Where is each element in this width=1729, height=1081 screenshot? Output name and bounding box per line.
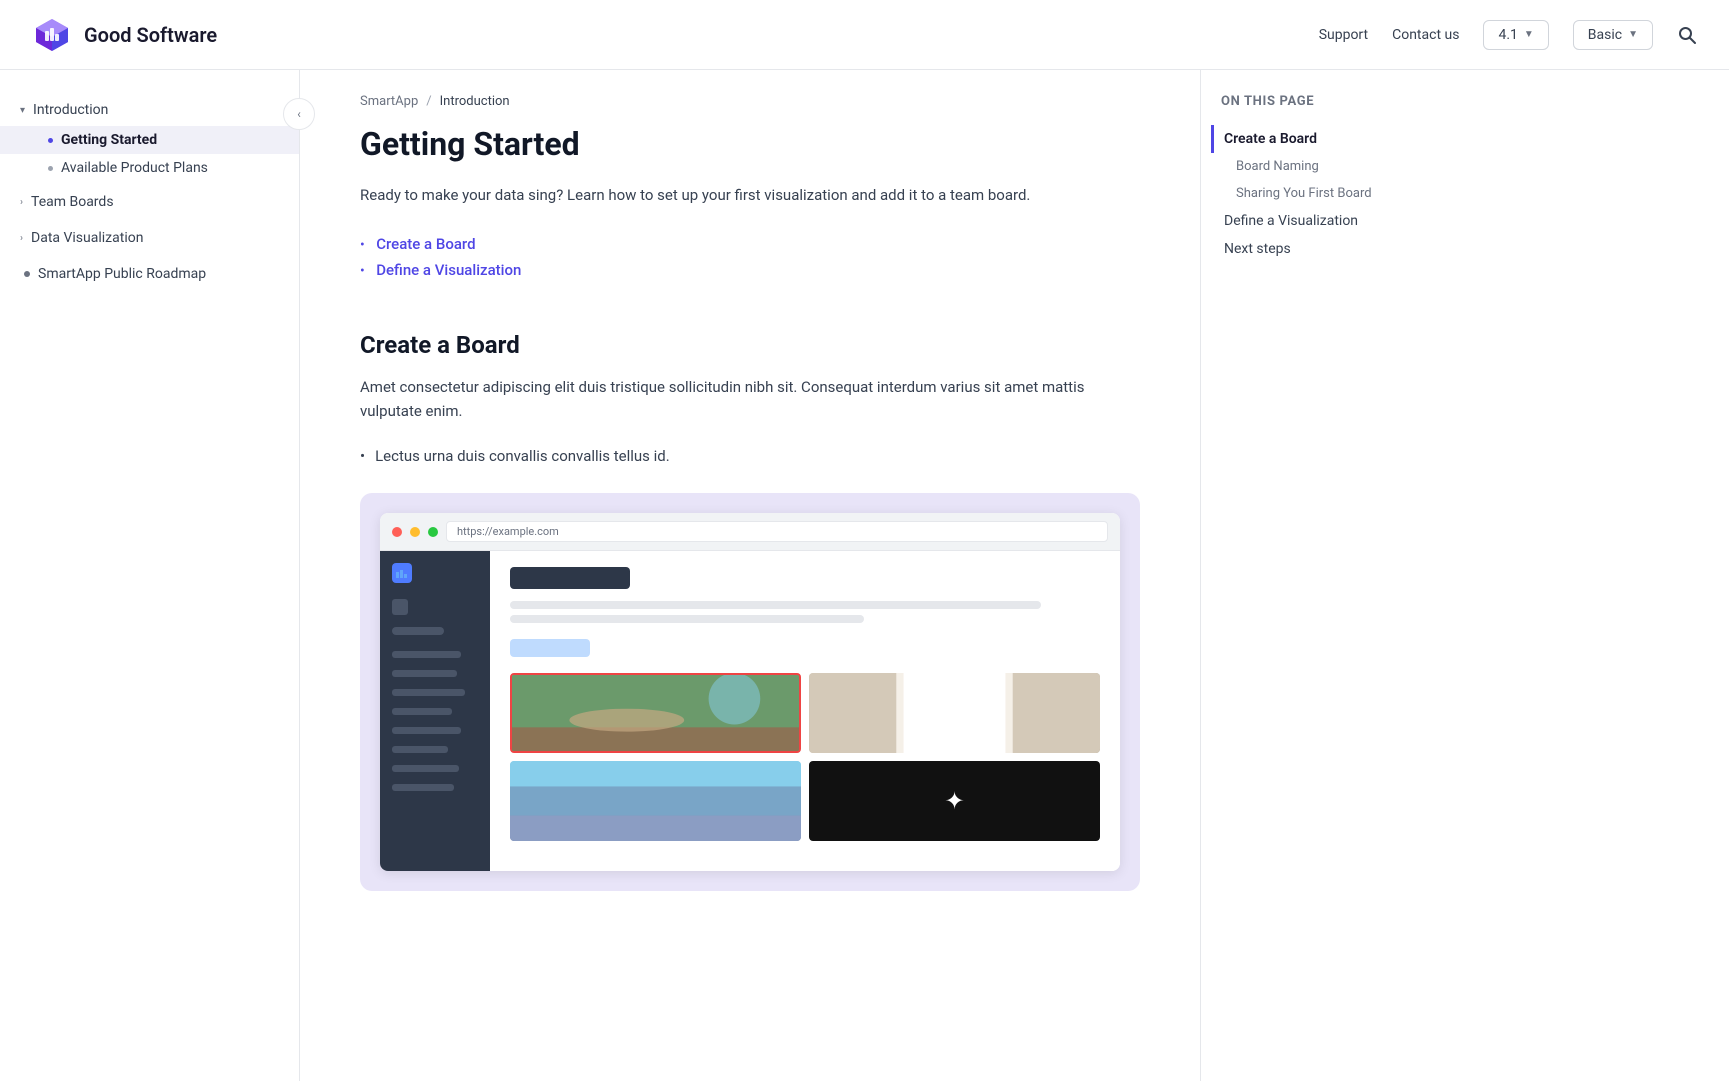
- search-button[interactable]: [1677, 25, 1697, 45]
- browser-dot-green: [428, 527, 438, 537]
- header-left: Good Software: [32, 15, 217, 55]
- sidebar-section-team-boards: › Team Boards: [0, 186, 299, 218]
- sidebar-collapse-icon: ‹: [297, 107, 301, 121]
- content-list-create-a-board: Lectus urna duis convallis convallis tel…: [360, 443, 1140, 469]
- sidebar-label-roadmap: SmartApp Public Roadmap: [38, 266, 206, 282]
- sidebar: ‹ ▾ Introduction Getting Started Availab…: [0, 70, 300, 1081]
- page-title: Getting Started: [360, 125, 1140, 163]
- sidebar-label-introduction: Introduction: [33, 102, 108, 118]
- version-chevron-icon: ▼: [1524, 29, 1534, 40]
- app-sidebar: [380, 551, 490, 871]
- plan-dropdown[interactable]: Basic ▼: [1573, 20, 1653, 50]
- browser-dot-red: [392, 527, 402, 537]
- app-sidebar-row-1: [392, 651, 461, 658]
- expand-icon-data-visualization: ›: [20, 233, 23, 244]
- sidebar-label-team-boards: Team Boards: [31, 194, 114, 210]
- right-toc-item-board-naming[interactable]: Board Naming: [1211, 153, 1460, 180]
- app-main-lines: [510, 601, 1100, 623]
- app-main-line-2: [510, 615, 864, 623]
- plan-chevron-icon: ▼: [1628, 29, 1638, 40]
- sidebar-item-available-product-plans[interactable]: Available Product Plans: [0, 154, 299, 182]
- support-link[interactable]: Support: [1319, 27, 1368, 43]
- photo-book: [809, 673, 1100, 753]
- toc-link-create-a-board[interactable]: Create a Board: [376, 235, 475, 253]
- sidebar-toggle-button[interactable]: ‹: [283, 98, 315, 130]
- app-sidebar-row-4: [392, 708, 452, 715]
- version-dropdown[interactable]: 4.1 ▼: [1483, 20, 1548, 50]
- app-main-tag: [510, 639, 590, 657]
- sidebar-section-data-visualization: › Data Visualization: [0, 222, 299, 254]
- app-photos-grid: ✦: [510, 673, 1100, 841]
- sidebar-label-data-visualization: Data Visualization: [31, 230, 143, 246]
- browser-content: ✦: [380, 551, 1120, 871]
- sidebar-label-getting-started: Getting Started: [61, 132, 157, 148]
- toc-link-define-a-visualization[interactable]: Define a Visualization: [376, 261, 521, 279]
- app-sidebar-logo: [392, 563, 478, 583]
- app-sidebar-row-8: [392, 784, 454, 791]
- dot-icon-available-product-plans: [48, 166, 53, 171]
- browser-mockup: https://example.com: [380, 513, 1120, 871]
- version-label: 4.1: [1498, 27, 1517, 43]
- sidebar-item-team-boards[interactable]: › Team Boards: [0, 186, 299, 218]
- header-right: Support Contact us 4.1 ▼ Basic ▼: [1319, 20, 1697, 50]
- app-sidebar-logo-icon: [392, 563, 412, 583]
- main-content: SmartApp / Introduction Getting Started …: [300, 70, 1200, 1081]
- app-sidebar-row-6: [392, 746, 448, 753]
- sidebar-item-introduction[interactable]: ▾ Introduction: [0, 94, 299, 126]
- expand-icon-introduction: ▾: [20, 105, 25, 116]
- breadcrumb-current: Introduction: [440, 94, 510, 109]
- sidebar-section-roadmap: SmartApp Public Roadmap: [0, 258, 299, 290]
- photo-sparkle-icon: ✦: [809, 761, 1100, 841]
- app-main: ✦: [490, 551, 1120, 871]
- toc-item-define-a-visualization: Define a Visualization: [360, 257, 1140, 283]
- contact-link[interactable]: Contact us: [1392, 27, 1459, 43]
- breadcrumb: SmartApp / Introduction: [360, 70, 1140, 125]
- list-item: Lectus urna duis convallis convallis tel…: [360, 443, 1140, 469]
- right-toc-item-create-a-board[interactable]: Create a Board: [1211, 125, 1460, 153]
- expand-icon-team-boards: ›: [20, 197, 23, 208]
- sidebar-item-data-visualization[interactable]: › Data Visualization: [0, 222, 299, 254]
- app-title: Good Software: [84, 23, 217, 47]
- right-toc-item-define-a-visualization[interactable]: Define a Visualization: [1211, 207, 1460, 235]
- browser-bar: https://example.com: [380, 513, 1120, 551]
- section-title-create-a-board: Create a Board: [360, 323, 1140, 359]
- breadcrumb-parent[interactable]: SmartApp: [360, 94, 418, 109]
- app-sidebar-row-7: [392, 765, 459, 772]
- sidebar-section-introduction: ▾ Introduction Getting Started Available…: [0, 94, 299, 182]
- screenshot-wrapper: https://example.com: [360, 493, 1140, 891]
- toc-list: Create a Board Define a Visualization: [360, 231, 1140, 283]
- browser-dot-yellow: [410, 527, 420, 537]
- right-toc-item-next-steps[interactable]: Next steps: [1211, 235, 1460, 263]
- breadcrumb-separator: /: [426, 94, 431, 109]
- app-sidebar-row-3: [392, 689, 465, 696]
- photo-dark: ✦: [809, 761, 1100, 841]
- photo-city: [510, 761, 801, 841]
- app-main-line-1: [510, 601, 1041, 609]
- app-sidebar-row-5: [392, 727, 461, 734]
- sidebar-item-roadmap[interactable]: SmartApp Public Roadmap: [0, 258, 299, 290]
- dot-icon-getting-started: [48, 138, 53, 143]
- app-sidebar-back: [392, 599, 408, 615]
- sidebar-item-getting-started[interactable]: Getting Started: [0, 126, 299, 154]
- app-main-header-bar: [510, 567, 630, 589]
- app-sidebar-row-2: [392, 670, 457, 677]
- right-toc-title: On this Page: [1221, 94, 1460, 109]
- toc-item-create-a-board: Create a Board: [360, 231, 1140, 257]
- dot-icon-roadmap: [24, 271, 30, 277]
- header: Good Software Support Contact us 4.1 ▼ B…: [0, 0, 1729, 70]
- app-sidebar-label: [392, 627, 444, 635]
- browser-url: https://example.com: [446, 521, 1108, 542]
- right-toc: On this Page Create a Board Board Naming…: [1200, 70, 1480, 1081]
- sidebar-label-available-product-plans: Available Product Plans: [61, 160, 208, 176]
- plan-label: Basic: [1588, 27, 1622, 43]
- page-intro: Ready to make your data sing? Learn how …: [360, 183, 1140, 207]
- page-layout: ‹ ▾ Introduction Getting Started Availab…: [0, 70, 1729, 1081]
- right-toc-item-sharing-your-first-board[interactable]: Sharing You First Board: [1211, 180, 1460, 207]
- list-item-text: Lectus urna duis convallis convallis tel…: [375, 447, 670, 465]
- section-body-create-a-board: Amet consectetur adipiscing elit duis tr…: [360, 375, 1140, 423]
- logo-icon: [32, 15, 72, 55]
- photo-hammock: [510, 673, 801, 753]
